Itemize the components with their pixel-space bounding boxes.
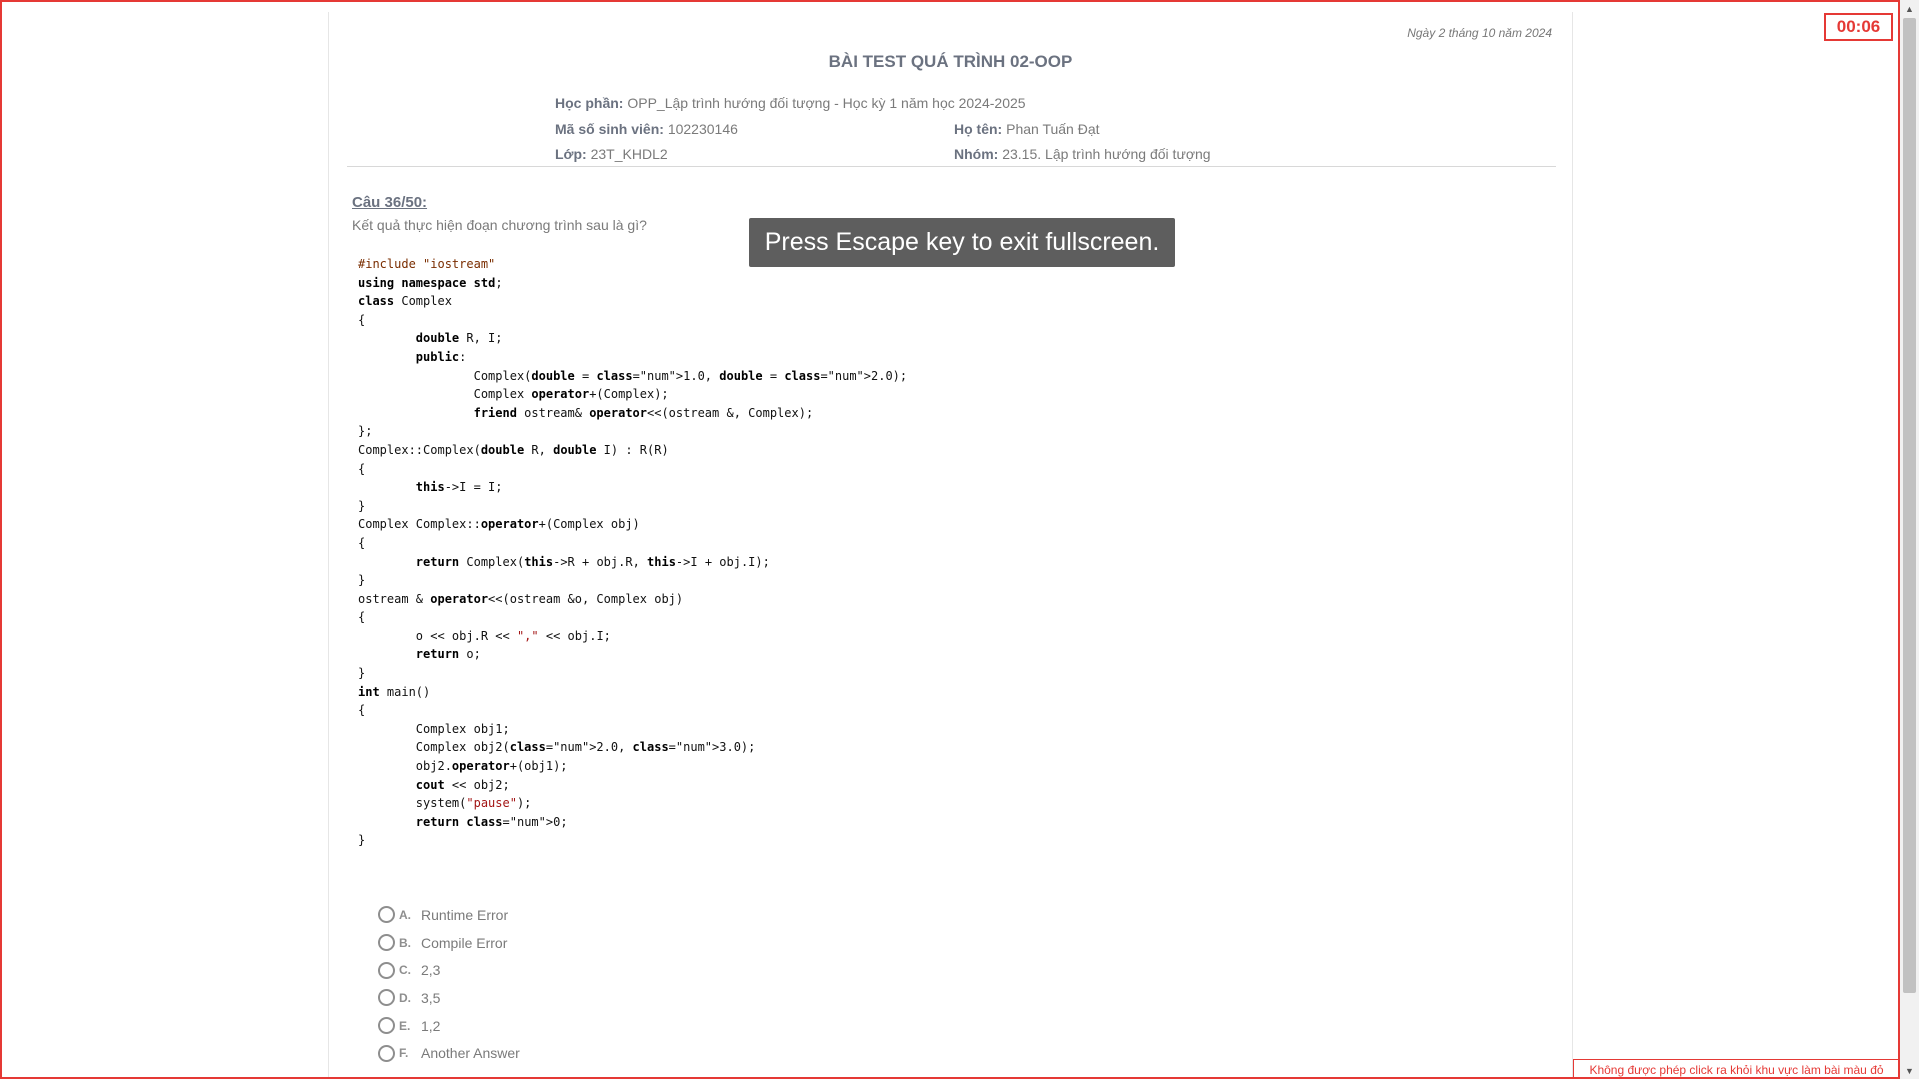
code-line: cout << obj2; xyxy=(415,777,510,792)
scroll-down-arrow-icon[interactable]: ▼ xyxy=(1900,1062,1919,1079)
option-letter: D. xyxy=(399,990,411,1005)
code-line: friend ostream& operator<<(ostream &, Co… xyxy=(473,405,814,420)
option-letter: A. xyxy=(399,907,411,922)
code-line: return Complex(this->R + obj.R, this->I … xyxy=(415,554,770,569)
student-name-info: Họ tên: Phan Tuấn Đạt xyxy=(954,121,1100,137)
radio-button-icon[interactable] xyxy=(378,934,395,952)
exam-area-frame: Ngày 2 tháng 10 năm 2024 BÀI TEST QUÁ TR… xyxy=(0,0,1900,1079)
class-info: Lớp: 23T_KHDL2 xyxy=(555,146,668,162)
student-name-label: Họ tên: xyxy=(954,121,1003,137)
option-text[interactable]: Compile Error xyxy=(421,935,507,951)
course-label: Học phần: xyxy=(555,95,624,111)
answer-option[interactable]: C. 2,3 xyxy=(378,956,520,984)
code-line: Complex obj2(class="num">2.0, class="num… xyxy=(358,740,756,755)
code-line: return class="num">0; xyxy=(415,814,568,829)
code-line: } xyxy=(358,666,366,681)
option-letter: F. xyxy=(399,1046,409,1061)
course-value: OPP_Lập trình hướng đối tượng - Học kỳ 1… xyxy=(627,95,1026,111)
radio-button-icon[interactable] xyxy=(378,961,395,979)
code-line: public: xyxy=(415,349,467,364)
option-text[interactable]: 1,2 xyxy=(421,1018,440,1034)
code-line: { xyxy=(358,312,366,327)
code-line: } xyxy=(358,573,366,588)
exam-sheet: Ngày 2 tháng 10 năm 2024 BÀI TEST QUÁ TR… xyxy=(328,12,1573,1077)
code-line: o << obj.R << "," << obj.I; xyxy=(358,628,611,643)
option-text[interactable]: Another Answer xyxy=(421,1045,520,1061)
code-line: }; xyxy=(358,424,373,439)
radio-button-icon[interactable] xyxy=(378,989,395,1007)
answer-option[interactable]: B. Compile Error xyxy=(378,929,520,957)
option-text[interactable]: 3,5 xyxy=(421,990,440,1006)
code-line: int main() xyxy=(358,684,431,699)
class-label: Lớp: xyxy=(555,146,587,162)
group-value: 23.15. Lập trình hướng đối tượng xyxy=(1002,146,1211,162)
code-line: return o; xyxy=(415,647,481,662)
warning-message: Không được phép click ra khỏi khu vực là… xyxy=(1573,1059,1898,1077)
answer-option[interactable]: A. Runtime Error xyxy=(378,901,520,929)
student-id-value: 102230146 xyxy=(667,121,738,137)
code-line: class Complex xyxy=(358,294,452,309)
code-line: this->I = I; xyxy=(415,480,503,495)
code-line: } xyxy=(358,498,366,513)
code-line: { xyxy=(358,535,366,550)
scroll-up-arrow-icon[interactable]: ▲ xyxy=(1900,0,1919,17)
option-letter: E. xyxy=(399,1018,411,1033)
class-value: 23T_KHDL2 xyxy=(590,146,668,162)
scrollbar-thumb[interactable] xyxy=(1903,18,1916,993)
option-letter: B. xyxy=(399,935,411,950)
fullscreen-notice: Press Escape key to exit fullscreen. xyxy=(749,218,1175,267)
code-line: ostream & operator<<(ostream &o, Complex… xyxy=(358,591,684,606)
exam-date: Ngày 2 tháng 10 năm 2024 xyxy=(1407,26,1552,40)
radio-button-icon[interactable] xyxy=(378,1017,395,1035)
radio-button-icon[interactable] xyxy=(378,1044,395,1062)
code-line: { xyxy=(358,610,366,625)
code-line: { xyxy=(358,703,366,718)
code-line: } xyxy=(358,833,366,848)
code-line: obj2.operator+(obj1); xyxy=(358,759,568,774)
code-line: Complex(double = class="num">1.0, double… xyxy=(358,368,908,383)
option-letter: C. xyxy=(399,963,411,978)
code-line: using namespace std; xyxy=(358,275,503,290)
answer-options: A. Runtime Error B. Compile Error C. 2,3 D. 3,5… xyxy=(378,901,520,1067)
answer-option[interactable]: E. 1,2 xyxy=(378,1012,520,1040)
group-label: Nhóm: xyxy=(954,146,999,162)
code-line: Complex::Complex(double R, double I) : R… xyxy=(358,442,669,457)
vertical-scrollbar[interactable]: ▲ ▼ xyxy=(1900,0,1919,1079)
exam-title: BÀI TEST QUÁ TRÌNH 02-OOP xyxy=(828,52,1073,71)
code-line: Complex operator+(Complex); xyxy=(358,387,669,402)
code-block: #include "iostream" using namespace std; c… xyxy=(358,255,907,850)
radio-button-icon[interactable] xyxy=(378,906,395,924)
code-line: { xyxy=(358,461,366,476)
group-info: Nhóm: 23.15. Lập trình hướng đối tượng xyxy=(954,146,1211,162)
question-text: Kết quả thực hiện đoạn chương trình sau … xyxy=(352,217,647,233)
question-number: Câu 36/50: xyxy=(352,194,428,211)
code-line: system("pause"); xyxy=(358,796,532,811)
student-name-value: Phan Tuấn Đạt xyxy=(1006,121,1100,137)
answer-option[interactable]: F. Another Answer xyxy=(378,1039,520,1067)
course-info: Học phần: OPP_Lập trình hướng đối tượng … xyxy=(555,95,1026,111)
option-text[interactable]: Runtime Error xyxy=(421,907,508,923)
student-id-info: Mã số sinh viên: 102230146 xyxy=(555,121,738,137)
countdown-timer: 00:06 xyxy=(1824,13,1893,41)
student-id-label: Mã số sinh viên: xyxy=(555,121,664,137)
header-divider xyxy=(347,166,1556,167)
option-text[interactable]: 2,3 xyxy=(421,962,440,978)
answer-option[interactable]: D. 3,5 xyxy=(378,984,520,1012)
code-line: Complex obj1; xyxy=(358,721,510,736)
code-line: Complex Complex::operator+(Complex obj) xyxy=(358,517,640,532)
code-line: double R, I; xyxy=(415,331,503,346)
